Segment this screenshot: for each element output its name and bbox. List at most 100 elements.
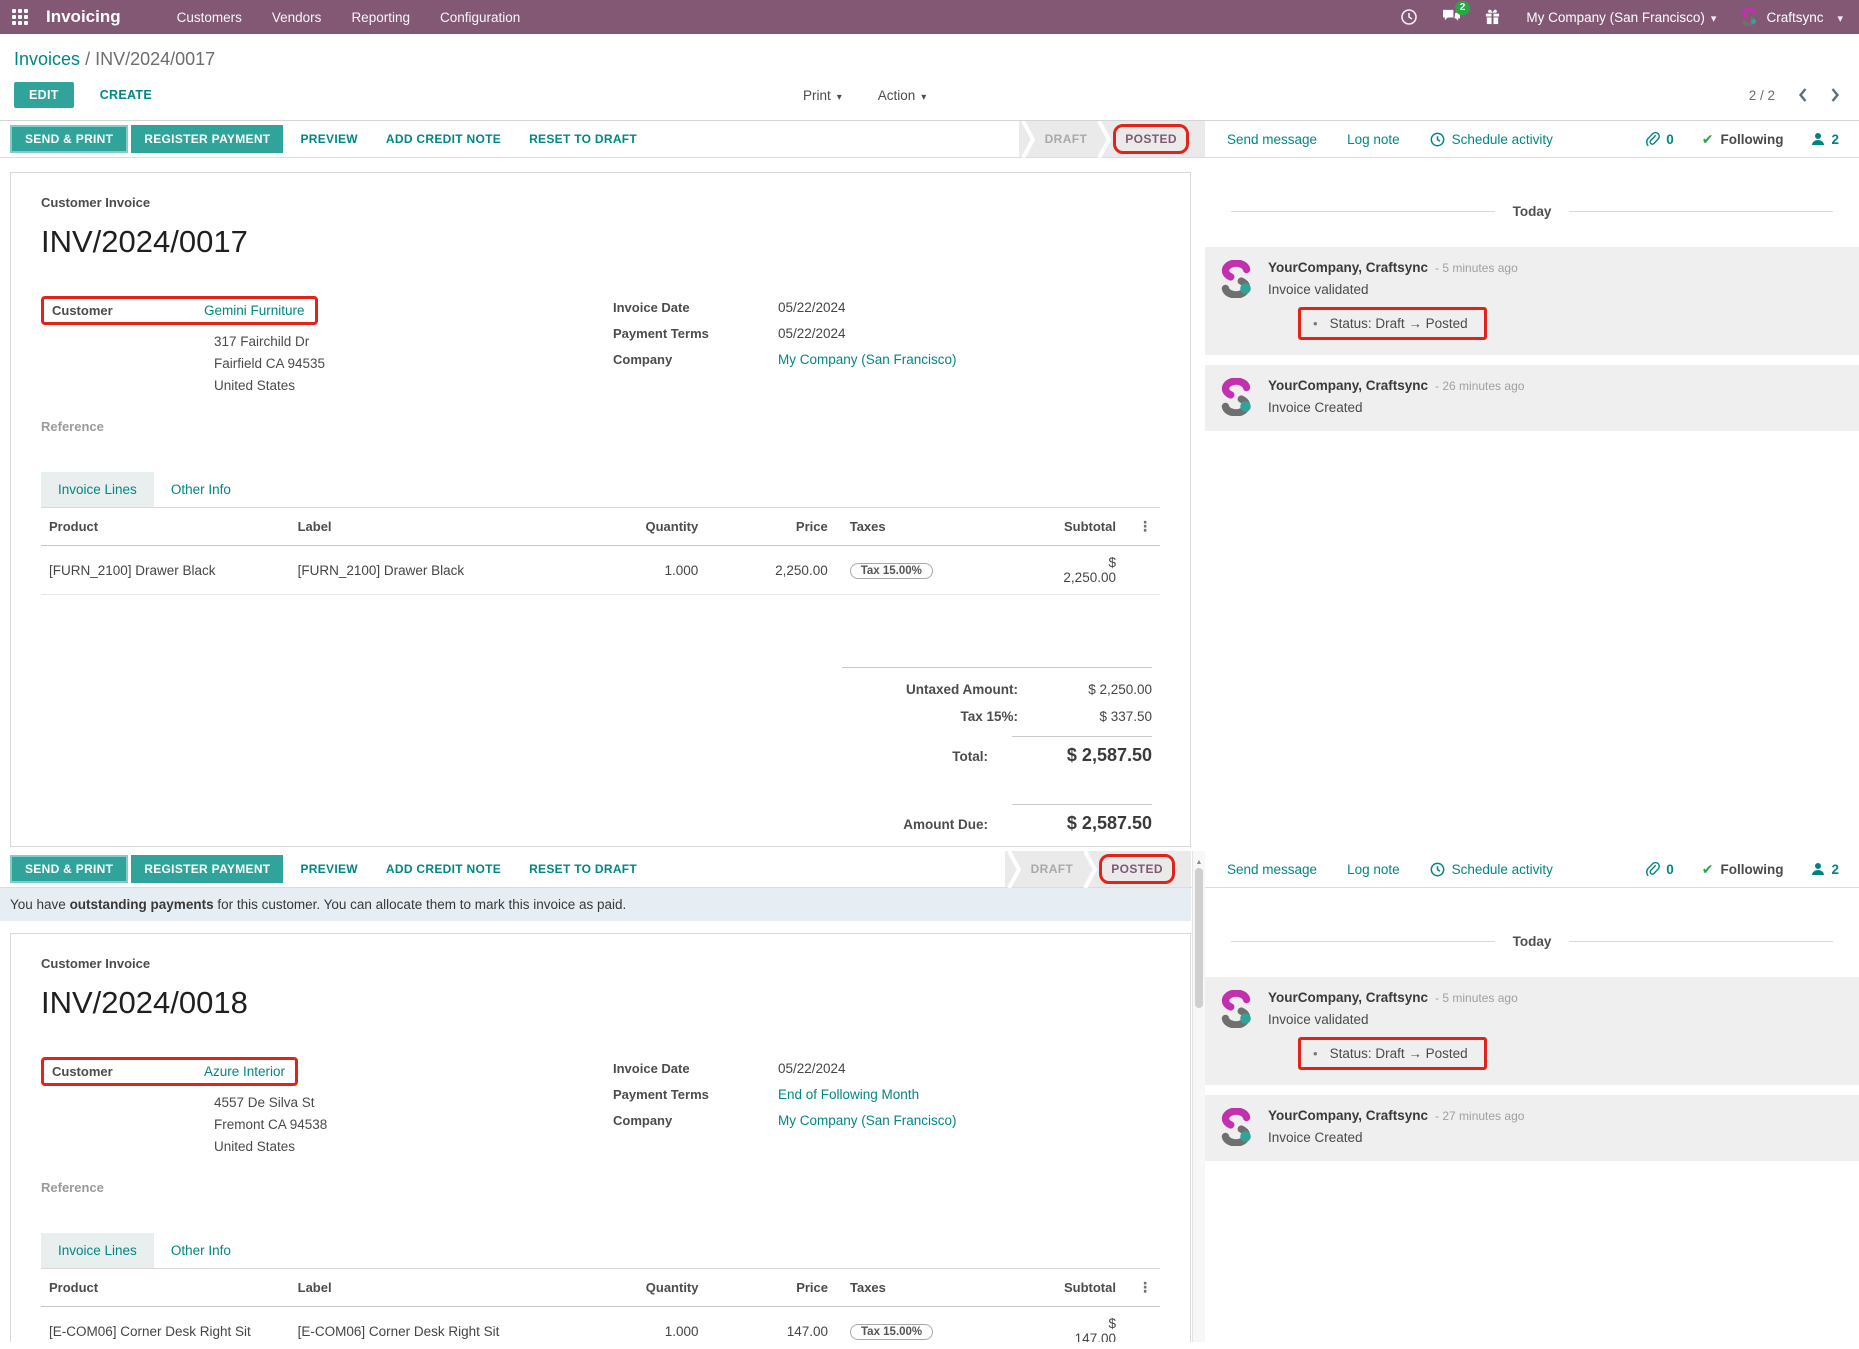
- customer-link[interactable]: Azure Interior: [204, 1064, 285, 1079]
- action-dropdown[interactable]: Action: [878, 88, 927, 103]
- avatar: [1740, 8, 1758, 26]
- tab-other-info[interactable]: Other Info: [154, 1233, 248, 1268]
- document-type-label: Customer Invoice: [41, 195, 1160, 210]
- preview-button[interactable]: PREVIEW: [286, 862, 371, 876]
- pager-next-icon[interactable]: [1830, 87, 1841, 103]
- cell-product: [E-COM06] Corner Desk Right Sit: [41, 1307, 290, 1343]
- totals-block: Untaxed Amount:$ 2,250.00 Tax 15%:$ 337.…: [842, 667, 1152, 834]
- status-draft[interactable]: DRAFT: [1035, 132, 1098, 146]
- add-credit-note-button[interactable]: ADD CREDIT NOTE: [372, 862, 515, 876]
- optional-columns-toggle[interactable]: [1130, 1269, 1160, 1307]
- attachments-button[interactable]: 0: [1645, 861, 1674, 877]
- reset-to-draft-button[interactable]: RESET TO DRAFT: [515, 862, 651, 876]
- pager-previous-icon[interactable]: [1797, 87, 1808, 103]
- company-label: Company: [613, 352, 778, 367]
- address-line: United States: [214, 375, 1160, 397]
- log-note-button[interactable]: Log note: [1347, 862, 1400, 877]
- followers-button[interactable]: 2: [1811, 132, 1839, 147]
- status-arrow-icon: [1007, 851, 1021, 888]
- schedule-activity-button[interactable]: Schedule activity: [1430, 132, 1553, 147]
- annotation-box-status-tracking: Status: Draft → Posted: [1298, 1037, 1487, 1070]
- add-credit-note-button[interactable]: ADD CREDIT NOTE: [372, 132, 515, 146]
- schedule-activity-button[interactable]: Schedule activity: [1430, 862, 1553, 877]
- notebook-tabs: Invoice Lines Other Info: [41, 472, 1160, 508]
- status-posted[interactable]: POSTED: [1111, 862, 1163, 876]
- message-timestamp: - 26 minutes ago: [1435, 379, 1524, 393]
- user-menu[interactable]: Craftsync: [1740, 8, 1843, 26]
- company-switcher[interactable]: My Company (San Francisco): [1526, 10, 1716, 25]
- chevron-down-icon: [915, 88, 926, 103]
- col-product: Product: [41, 1269, 290, 1307]
- send-message-button[interactable]: Send message: [1227, 862, 1317, 877]
- create-button[interactable]: CREATE: [94, 87, 158, 103]
- avatar: [1217, 1108, 1255, 1146]
- status-posted[interactable]: POSTED: [1125, 132, 1177, 146]
- gift-icon[interactable]: [1484, 8, 1502, 26]
- app-title[interactable]: Invoicing: [46, 7, 121, 27]
- register-payment-button[interactable]: REGISTER PAYMENT: [131, 125, 283, 153]
- bullet-icon: [1313, 316, 1330, 331]
- message-author[interactable]: YourCompany, Craftsync: [1268, 990, 1428, 1005]
- scroll-up-arrow-icon[interactable]: [1193, 851, 1205, 866]
- send-print-button[interactable]: SEND & PRINT: [10, 125, 128, 153]
- followers-button[interactable]: 2: [1811, 862, 1839, 877]
- register-payment-button[interactable]: REGISTER PAYMENT: [131, 855, 283, 883]
- message-author[interactable]: YourCompany, Craftsync: [1268, 378, 1428, 393]
- chatter-toolbar: Send message Log note Schedule activity …: [1205, 121, 1859, 158]
- send-print-button[interactable]: SEND & PRINT: [10, 855, 128, 883]
- tab-other-info[interactable]: Other Info: [154, 472, 248, 507]
- document-type-label: Customer Invoice: [41, 956, 1160, 971]
- cell-quantity: 1.000: [593, 1307, 713, 1343]
- chevron-down-icon: [831, 88, 842, 103]
- menu-reporting[interactable]: Reporting: [351, 10, 410, 25]
- control-panel: EDIT CREATE Print Action 2 / 2: [0, 72, 1859, 121]
- tab-invoice-lines[interactable]: Invoice Lines: [41, 1233, 154, 1268]
- payment-terms-label: Payment Terms: [613, 326, 778, 341]
- message-timestamp: - 5 minutes ago: [1435, 991, 1518, 1005]
- optional-columns-toggle[interactable]: [1130, 508, 1160, 546]
- chatter-pane: Send message Log note Schedule activity …: [1205, 851, 1859, 1342]
- customer-link[interactable]: Gemini Furniture: [204, 303, 305, 318]
- attachments-button[interactable]: 0: [1645, 131, 1674, 147]
- messages-icon[interactable]: 2: [1442, 8, 1460, 26]
- payment-terms-link[interactable]: End of Following Month: [778, 1087, 919, 1102]
- status-arrow-icon: [1021, 121, 1035, 158]
- invoice-number: INV/2024/0018: [41, 985, 1160, 1021]
- table-row[interactable]: [E-COM06] Corner Desk Right Sit [E-COM06…: [41, 1307, 1160, 1343]
- breadcrumb-invoices-link[interactable]: Invoices: [14, 49, 80, 69]
- attachment-count: 0: [1666, 862, 1674, 877]
- print-dropdown[interactable]: Print: [803, 88, 842, 103]
- following-button[interactable]: Following: [1702, 861, 1784, 878]
- message-author[interactable]: YourCompany, Craftsync: [1268, 1108, 1428, 1123]
- message-body: YourCompany, Craftsync- 5 minutes ago In…: [1268, 260, 1518, 340]
- menu-customers[interactable]: Customers: [177, 10, 242, 25]
- send-message-button[interactable]: Send message: [1227, 132, 1317, 147]
- company-link[interactable]: My Company (San Francisco): [778, 352, 957, 367]
- total-label: Total:: [842, 749, 988, 764]
- table-row[interactable]: [FURN_2100] Drawer Black [FURN_2100] Dra…: [41, 546, 1160, 595]
- message-author[interactable]: YourCompany, Craftsync: [1268, 260, 1428, 275]
- scrollbar-thumb[interactable]: [1195, 868, 1203, 1008]
- clock-icon: [1430, 862, 1445, 877]
- status-draft[interactable]: DRAFT: [1021, 862, 1084, 876]
- chatter-pane: Send message Log note Schedule activity …: [1205, 121, 1859, 851]
- company-link[interactable]: My Company (San Francisco): [778, 1113, 957, 1128]
- col-subtotal: Subtotal: [1056, 1269, 1130, 1307]
- invoice-lines-table: Product Label Quantity Price Taxes Subto…: [41, 1269, 1160, 1342]
- activities-clock-icon[interactable]: [1400, 8, 1418, 26]
- untaxed-amount-value: $ 2,250.00: [1042, 682, 1152, 697]
- edit-button[interactable]: EDIT: [14, 82, 74, 108]
- log-note-button[interactable]: Log note: [1347, 132, 1400, 147]
- menu-configuration[interactable]: Configuration: [440, 10, 520, 25]
- reset-to-draft-button[interactable]: RESET TO DRAFT: [515, 132, 651, 146]
- apps-grid-icon[interactable]: [12, 9, 28, 25]
- preview-button[interactable]: PREVIEW: [286, 132, 371, 146]
- invoice-section-0018: SEND & PRINT REGISTER PAYMENT PREVIEW AD…: [0, 851, 1859, 1342]
- tab-invoice-lines[interactable]: Invoice Lines: [41, 472, 154, 507]
- vertical-dots-icon: [1138, 1280, 1152, 1295]
- vertical-scrollbar[interactable]: [1192, 851, 1205, 1342]
- menu-vendors[interactable]: Vendors: [272, 10, 322, 25]
- vertical-dots-icon: [1138, 519, 1152, 534]
- following-button[interactable]: Following: [1702, 131, 1784, 148]
- message-body: YourCompany, Craftsync- 27 minutes ago I…: [1268, 1108, 1524, 1146]
